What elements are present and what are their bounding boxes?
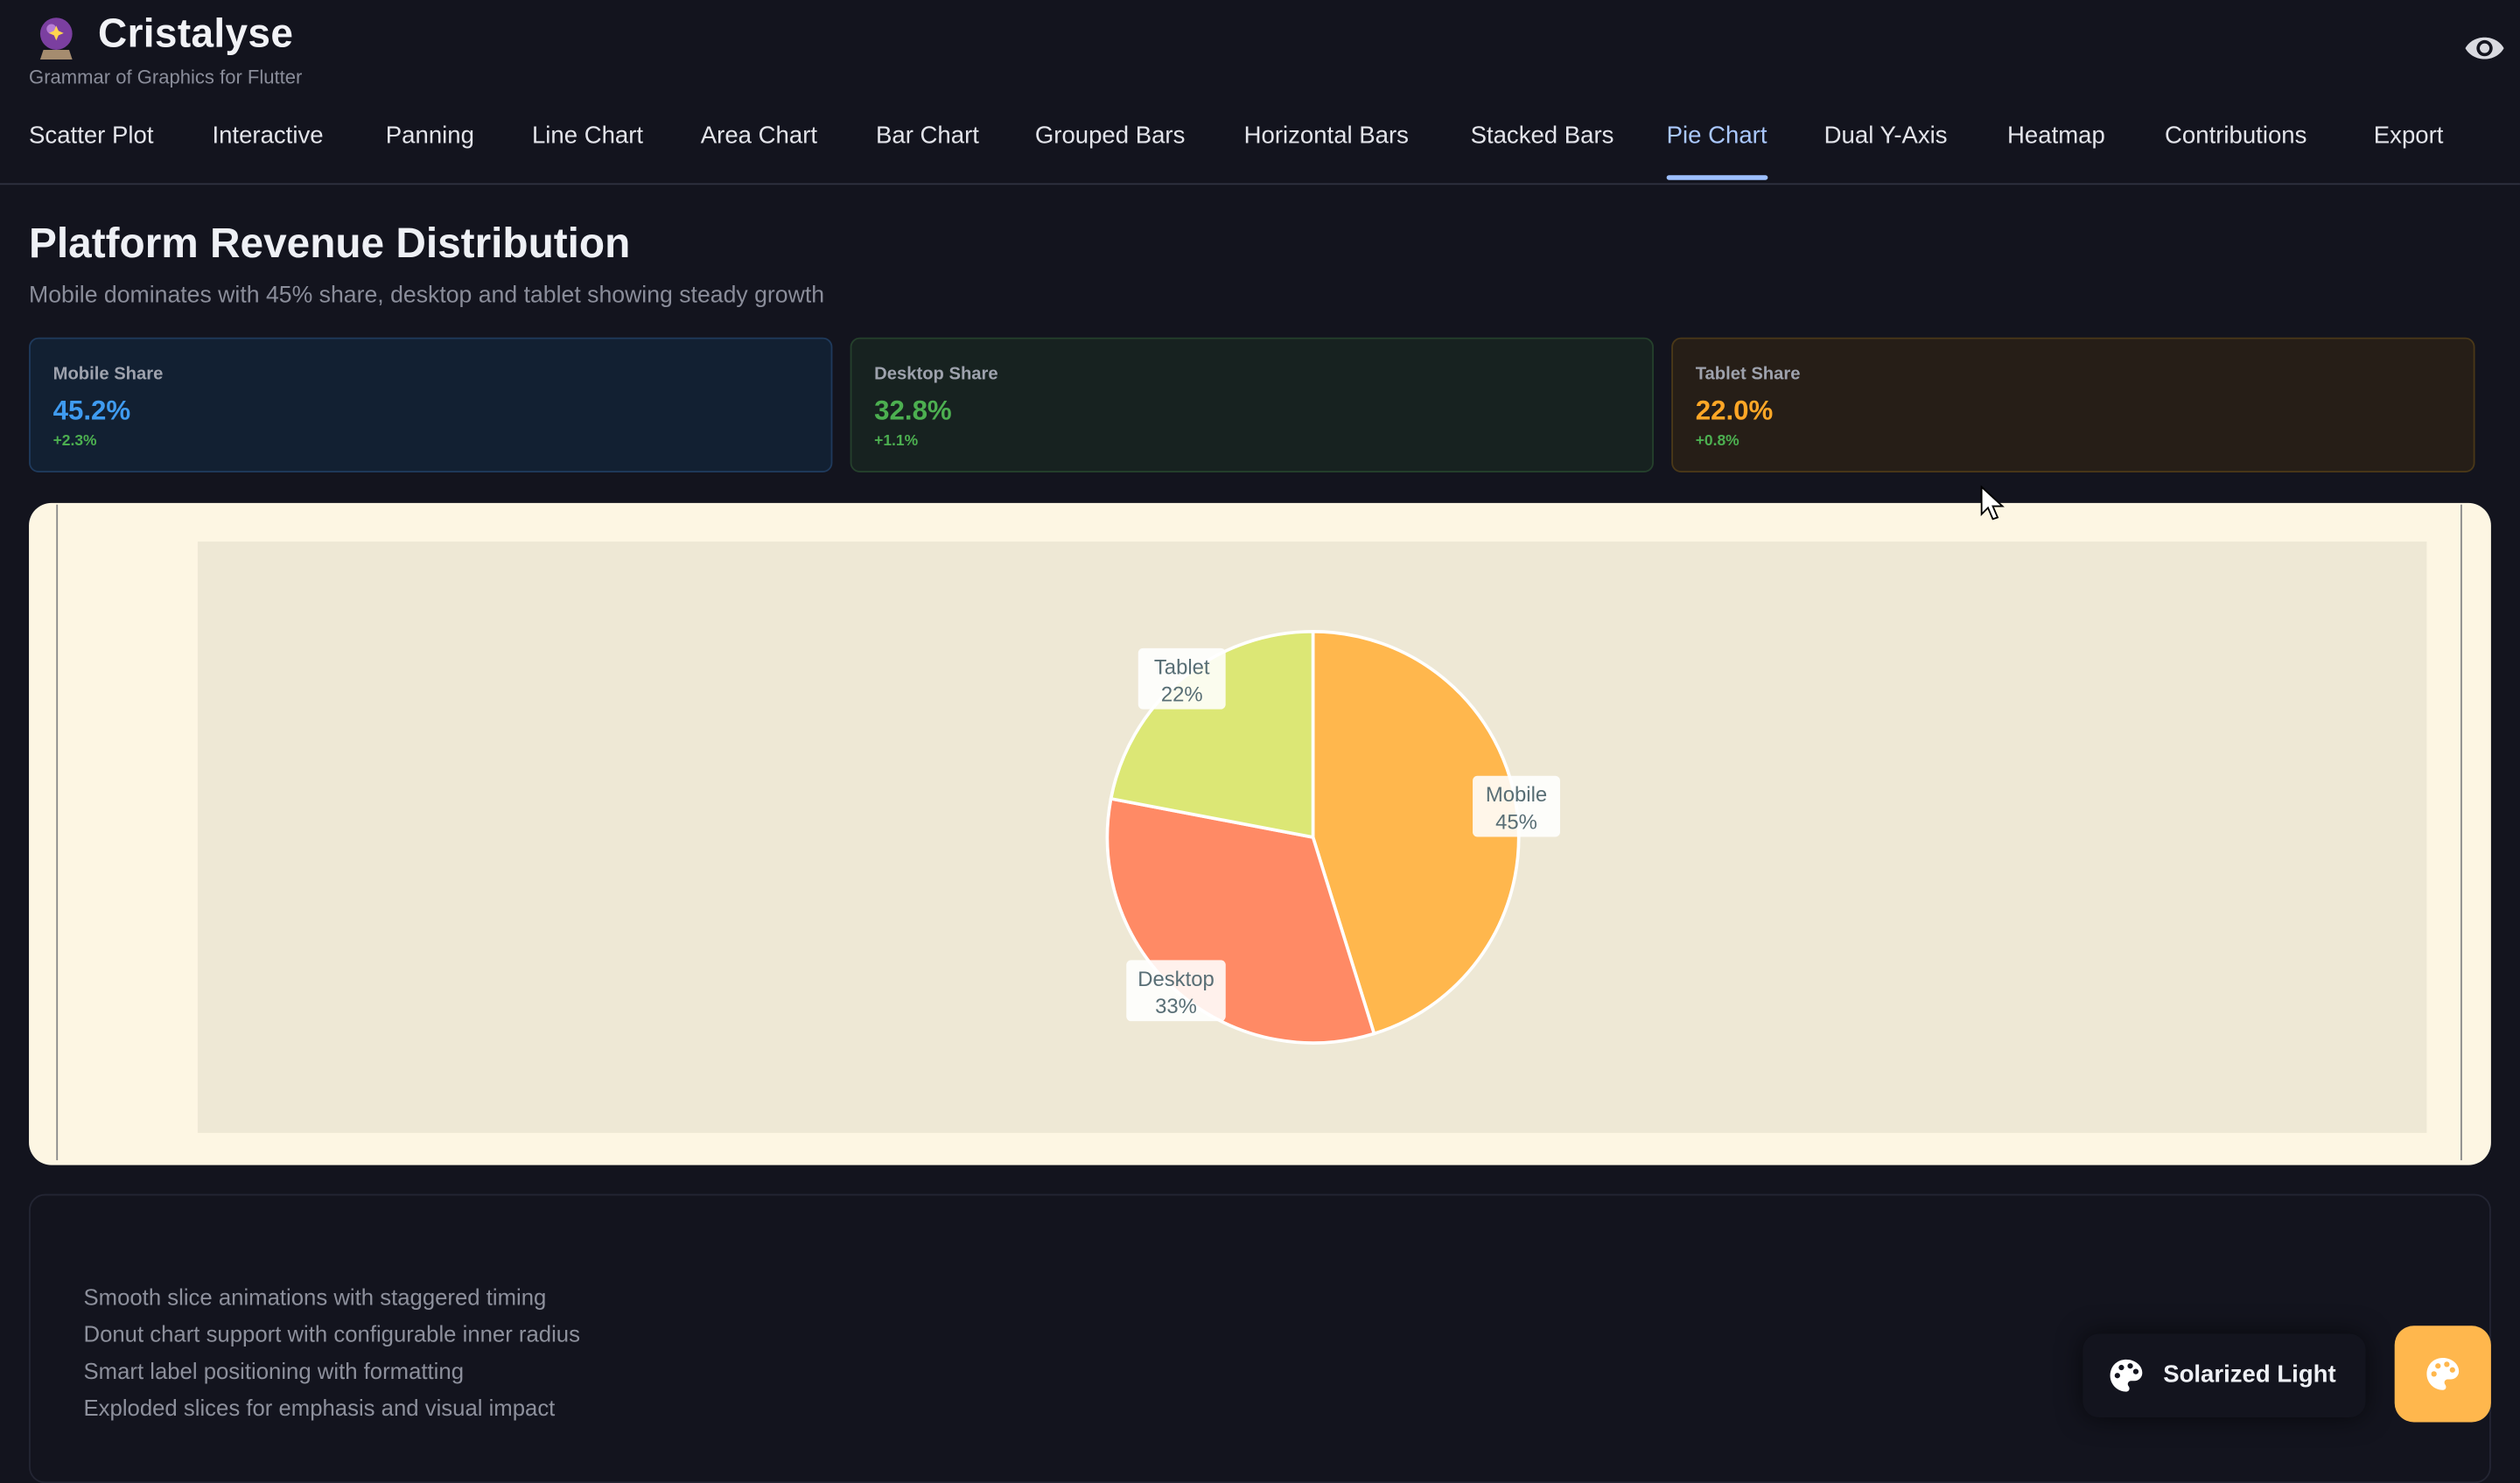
tab-pie-chart[interactable]: Pie Chart	[1667, 122, 1768, 150]
tab-stacked-bars[interactable]: Stacked Bars	[1471, 122, 1614, 150]
tab-export[interactable]: Export	[2374, 122, 2444, 150]
stat-change: +2.3%	[52, 432, 97, 451]
tab-grouped-bars[interactable]: Grouped Bars	[1035, 122, 1186, 150]
pie-label-mobile: Mobile 45%	[1473, 775, 1560, 837]
tab-panning[interactable]: Panning	[386, 122, 474, 150]
tab-dual-y-axis[interactable]: Dual Y-Axis	[1824, 122, 1948, 150]
pie-label-desktop: Desktop 33%	[1126, 960, 1226, 1022]
feature-item: Smooth slice animations with staggered t…	[83, 1284, 547, 1310]
chart-panel: Mobile 45% Desktop 33% Tablet 22%	[29, 502, 2491, 1165]
tab-bar-chart[interactable]: Bar Chart	[876, 122, 979, 150]
page-title: Platform Revenue Distribution	[29, 218, 631, 267]
stat-value: 45.2%	[52, 395, 131, 426]
tab-bar: Scatter Plot Interactive Panning Line Ch…	[0, 106, 2520, 185]
tab-horizontal-bars[interactable]: Horizontal Bars	[1244, 122, 1409, 150]
eye-icon[interactable]	[2464, 32, 2506, 65]
stat-change: +1.1%	[874, 432, 919, 451]
stat-value: 22.0%	[1695, 395, 1774, 426]
tab-line-chart[interactable]: Line Chart	[532, 122, 643, 150]
pie-label-percent: 45%	[1495, 810, 1537, 834]
tab-scatter-plot[interactable]: Scatter Plot	[29, 122, 153, 150]
pie-label-name: Desktop	[1138, 968, 1214, 991]
theme-name: Solarized Light	[2163, 1361, 2336, 1389]
palette-icon	[2110, 1359, 2143, 1392]
tab-heatmap[interactable]: Heatmap	[2007, 122, 2105, 150]
stat-value: 32.8%	[874, 395, 952, 426]
pie-label-tablet: Tablet 22%	[1138, 647, 1226, 710]
feature-item: Donut chart support with configurable in…	[83, 1320, 580, 1347]
stat-label: Tablet Share	[1695, 364, 1801, 384]
mouse-cursor-icon	[1980, 485, 2005, 521]
feature-item: Smart label positioning with formatting	[83, 1358, 465, 1384]
feature-item: Exploded slices for emphasis and visual …	[83, 1395, 556, 1421]
pie-label-name: Mobile	[1486, 783, 1547, 807]
palette-icon	[2426, 1358, 2460, 1390]
stat-change: +0.8%	[1695, 432, 1740, 451]
pie-chart[interactable]: Mobile 45% Desktop 33% Tablet 22%	[198, 542, 2427, 1133]
chart-plot-area[interactable]: Mobile 45% Desktop 33% Tablet 22%	[197, 541, 2427, 1133]
app-header: Cristalyse Grammar of Graphics for Flutt…	[0, 0, 2520, 106]
app-title: Cristalyse	[98, 10, 294, 57]
active-tab-indicator	[1666, 175, 1768, 180]
stat-label: Desktop Share	[874, 364, 998, 384]
theme-selector-button[interactable]: Solarized Light	[2082, 1333, 2366, 1417]
page-subtitle: Mobile dominates with 45% share, desktop…	[29, 283, 825, 309]
tab-contributions[interactable]: Contributions	[2165, 122, 2306, 150]
theme-fab-button[interactable]	[2394, 1326, 2491, 1423]
stat-card-tablet: Tablet Share 22.0% +0.8%	[1671, 337, 2475, 472]
stat-card-mobile: Mobile Share 45.2% +2.3%	[29, 337, 833, 472]
crystal-ball-icon	[39, 17, 73, 59]
tab-area-chart[interactable]: Area Chart	[701, 122, 817, 150]
pie-label-percent: 33%	[1155, 995, 1197, 1018]
pie-label-percent: 22%	[1161, 682, 1203, 706]
stat-label: Mobile Share	[52, 364, 164, 384]
app-subtitle: Grammar of Graphics for Flutter	[29, 66, 303, 89]
stat-card-desktop: Desktop Share 32.8% +1.1%	[850, 337, 1654, 472]
tab-interactive[interactable]: Interactive	[212, 122, 323, 150]
pie-label-name: Tablet	[1154, 655, 1210, 679]
